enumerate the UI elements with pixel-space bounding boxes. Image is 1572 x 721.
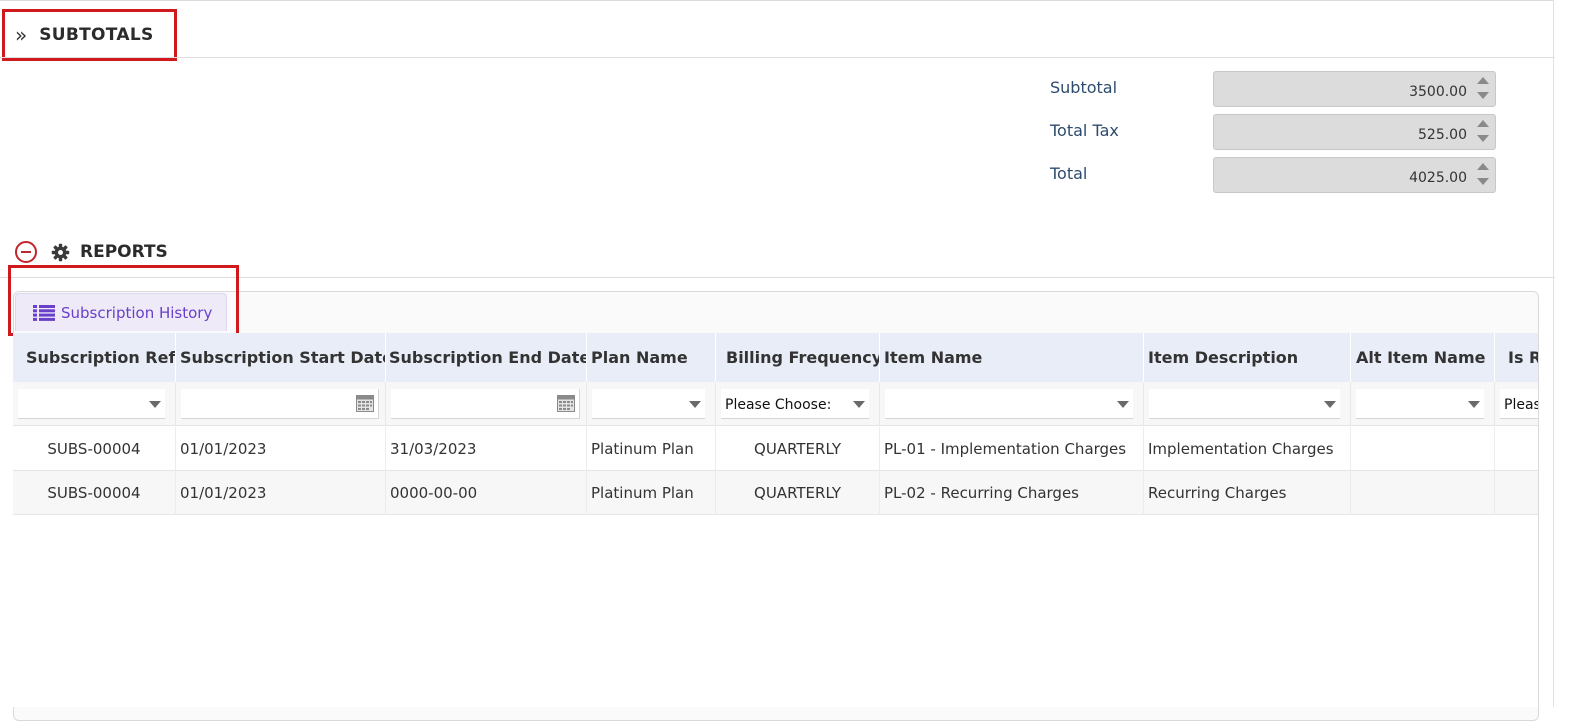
filter-cell (880, 382, 1144, 426)
filter-billing-frequency[interactable]: Please Choose: (721, 389, 869, 419)
caret-down-icon[interactable] (149, 401, 161, 408)
caret-down-icon[interactable] (1468, 401, 1480, 408)
cell-billing-frequency: QUARTERLY (716, 471, 880, 515)
cell-item-name: PL-01 - Implementation Charges (880, 427, 1144, 471)
column-header-alt-item-name[interactable]: Alt Item Name (1351, 333, 1495, 382)
cell-plan-name: Platinum Plan (587, 427, 716, 471)
total-value: 4025.00 (1409, 170, 1467, 186)
column-header-is-re[interactable]: Is Re (1495, 333, 1538, 382)
filter-subscription-ref[interactable] (18, 389, 165, 419)
spinner-up-icon[interactable] (1477, 120, 1489, 127)
grid-header-row: Subscription Ref. Subscription Start Dat… (13, 333, 1538, 382)
filter-cell (1351, 382, 1495, 426)
cell-is-re (1495, 471, 1538, 515)
subtotal-value: 3500.00 (1409, 84, 1467, 100)
filter-cell: Pleas (1495, 382, 1538, 426)
filter-is-re[interactable]: Pleas (1500, 389, 1538, 419)
spinner-down-icon[interactable] (1477, 135, 1489, 142)
total-tax-value: 525.00 (1418, 127, 1467, 143)
subtotal-field[interactable]: 3500.00 (1213, 71, 1496, 107)
filter-end-date[interactable] (391, 389, 580, 419)
grid-filter-row: Please Choose: Pleas (13, 382, 1538, 426)
filter-cell (1144, 382, 1351, 426)
subtotal-row: Subtotal 3500.00 (1050, 70, 1500, 113)
calendar-icon[interactable] (557, 395, 575, 412)
cell-subscription-ref: SUBS-00004 (13, 427, 176, 471)
total-tax-spinner[interactable] (1476, 118, 1490, 146)
cell-item-description: Recurring Charges (1144, 471, 1351, 515)
page-scrollbar[interactable] (1553, 0, 1572, 707)
calendar-icon[interactable] (356, 395, 374, 412)
cell-start-date: 01/01/2023 (176, 471, 386, 515)
filter-cell: Please Choose: (716, 382, 880, 426)
filter-is-re-value: Pleas (1504, 397, 1538, 413)
cell-billing-frequency: QUARTERLY (716, 427, 880, 471)
top-border (0, 0, 1555, 1)
column-header-plan-name[interactable]: Plan Name (587, 333, 716, 382)
reports-title: REPORTS (80, 242, 168, 262)
cell-end-date: 31/03/2023 (386, 427, 587, 471)
subscription-history-grid: Subscription Ref. Subscription Start Dat… (13, 333, 1538, 707)
total-spinner[interactable] (1476, 161, 1490, 189)
cell-plan-name: Platinum Plan (587, 471, 716, 515)
subtotal-spinner[interactable] (1476, 75, 1490, 103)
filter-cell (13, 382, 176, 426)
filter-item-name[interactable] (885, 389, 1133, 419)
table-row[interactable]: SUBS-00004 01/01/2023 0000-00-00 Platinu… (13, 471, 1538, 515)
collapse-minus-icon[interactable] (15, 241, 37, 263)
subtotals-section-header[interactable]: » SUBTOTALS (2, 9, 177, 61)
column-header-item-name[interactable]: Item Name (880, 333, 1144, 382)
total-field[interactable]: 4025.00 (1213, 157, 1496, 193)
cell-item-description: Implementation Charges (1144, 427, 1351, 471)
divider (0, 57, 1555, 58)
cell-start-date: 01/01/2023 (176, 427, 386, 471)
total-row: Total 4025.00 (1050, 156, 1500, 199)
caret-down-icon[interactable] (853, 401, 865, 408)
gear-icon (51, 243, 70, 261)
reports-section-header: REPORTS (15, 238, 168, 266)
column-header-start-date[interactable]: Subscription Start Date (176, 333, 386, 382)
cell-item-name: PL-02 - Recurring Charges (880, 471, 1144, 515)
filter-item-description[interactable] (1149, 389, 1340, 419)
total-tax-label: Total Tax (1050, 121, 1119, 140)
filter-billing-frequency-value: Please Choose: (725, 397, 832, 413)
spinner-down-icon[interactable] (1477, 178, 1489, 185)
filter-alt-item-name[interactable] (1356, 389, 1484, 419)
caret-down-icon[interactable] (1324, 401, 1336, 408)
column-header-billing-frequency[interactable]: Billing Frequency (716, 333, 880, 382)
filter-cell (587, 382, 716, 426)
highlight-frame (8, 265, 239, 336)
total-tax-row: Total Tax 525.00 (1050, 113, 1500, 156)
spinner-up-icon[interactable] (1477, 163, 1489, 170)
cell-is-re (1495, 427, 1538, 471)
cell-end-date: 0000-00-00 (386, 471, 587, 515)
table-row[interactable]: SUBS-00004 01/01/2023 31/03/2023 Platinu… (13, 427, 1538, 471)
filter-cell (176, 382, 386, 426)
total-label: Total (1050, 164, 1088, 183)
spinner-down-icon[interactable] (1477, 92, 1489, 99)
subtotal-label: Subtotal (1050, 78, 1118, 97)
filter-start-date[interactable] (181, 389, 379, 419)
caret-down-icon[interactable] (1117, 401, 1129, 408)
caret-down-icon[interactable] (689, 401, 701, 408)
total-tax-field[interactable]: 525.00 (1213, 114, 1496, 150)
column-header-item-description[interactable]: Item Description (1144, 333, 1351, 382)
cell-alt-item-name (1351, 471, 1495, 515)
cell-alt-item-name (1351, 427, 1495, 471)
filter-plan-name[interactable] (592, 389, 705, 419)
spinner-up-icon[interactable] (1477, 77, 1489, 84)
column-header-end-date[interactable]: Subscription End Date (386, 333, 587, 382)
totals-panel: Subtotal 3500.00 Total Tax 525.00 Total … (1050, 70, 1500, 199)
chevron-double-right-icon[interactable]: » (15, 25, 27, 45)
cell-subscription-ref: SUBS-00004 (13, 471, 176, 515)
column-header-subscription-ref[interactable]: Subscription Ref. (13, 333, 176, 382)
subtotals-title: SUBTOTALS (39, 25, 154, 45)
filter-cell (386, 382, 587, 426)
